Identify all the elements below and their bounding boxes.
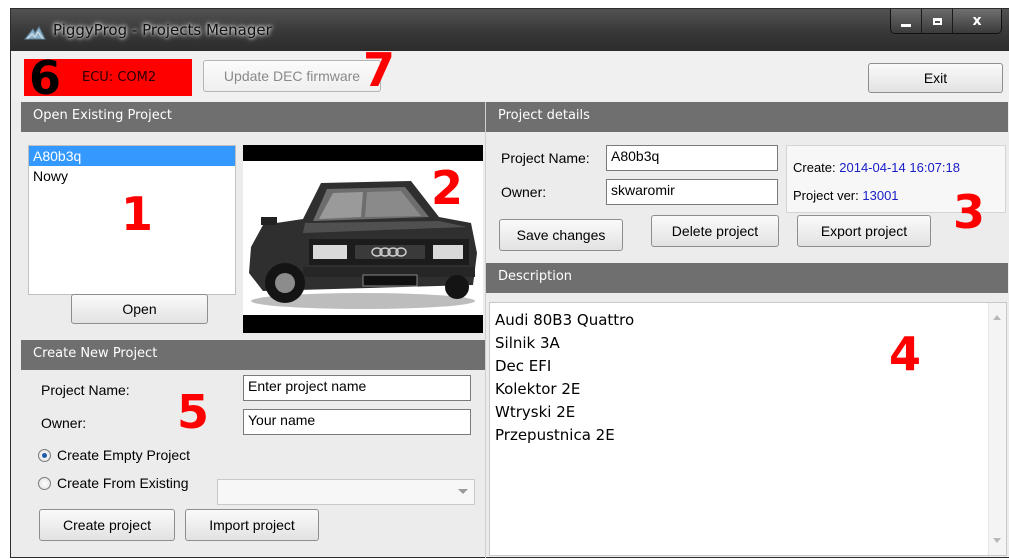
create-project-label: Create project	[63, 517, 151, 533]
create-name-label: Project Name:	[41, 382, 130, 398]
open-project-header-text: Open Existing Project	[33, 108, 172, 123]
annotation-2: 2	[431, 161, 464, 215]
description-line: Kolektor 2E	[495, 380, 581, 398]
create-date-label: Create:	[793, 160, 836, 175]
create-existing-radio[interactable]	[38, 477, 51, 490]
create-owner-label: Owner:	[41, 415, 87, 431]
annotation-7: 7	[363, 43, 396, 97]
description-header-text: Description	[498, 269, 573, 284]
create-project-header-text: Create New Project	[33, 346, 158, 361]
export-project-label: Export project	[820, 223, 908, 239]
create-project-button[interactable]: Create project	[39, 509, 175, 541]
annotation-6: 6	[29, 51, 62, 105]
list-item-label: A80b3q	[33, 148, 82, 164]
annotation-1: 1	[121, 187, 154, 241]
details-name-label: Project Name:	[501, 150, 590, 166]
details-owner-field[interactable]: skwaromir	[606, 179, 778, 205]
description-scrollbar[interactable]	[988, 303, 1006, 555]
description-header: Description	[486, 263, 1008, 293]
create-date-value: 2014-04-14 16:07:18	[839, 160, 960, 175]
annotation-3: 3	[953, 185, 986, 239]
list-item[interactable]: A80b3q	[29, 146, 235, 166]
create-existing-label[interactable]: Create From Existing	[57, 475, 188, 491]
maximize-button[interactable]	[922, 9, 953, 33]
details-name-value: A80b3q	[611, 148, 660, 164]
description-line: Audi 80B3 Quattro	[495, 311, 635, 329]
exit-label: Exit	[923, 70, 948, 86]
update-firmware-button[interactable]: Update DEC firmware	[203, 60, 381, 92]
open-button[interactable]: Open	[71, 294, 208, 324]
annotation-5: 5	[177, 385, 210, 439]
create-owner-value: Your name	[248, 412, 316, 428]
save-changes-button[interactable]: Save changes	[499, 219, 623, 251]
version-value: 13001	[862, 188, 899, 203]
ecu-status-text: ECU: COM2	[82, 70, 157, 85]
description-line: Silnik 3A	[495, 334, 560, 352]
update-firmware-label: Update DEC firmware	[223, 68, 361, 84]
delete-project-label: Delete project	[671, 223, 759, 239]
project-details-header: Project details	[486, 102, 1008, 132]
minimize-icon	[901, 23, 911, 27]
maximize-icon	[932, 17, 942, 25]
project-details-header-text: Project details	[498, 108, 590, 123]
details-name-field[interactable]: A80b3q	[606, 145, 778, 171]
list-item[interactable]: Nowy	[29, 166, 235, 186]
chevron-down-icon	[458, 489, 468, 494]
description-line: Przepustnica 2E	[495, 426, 615, 444]
details-owner-value: skwaromir	[611, 182, 675, 198]
export-project-button[interactable]: Export project	[797, 215, 931, 247]
create-empty-label[interactable]: Create Empty Project	[57, 447, 190, 463]
scroll-up-icon[interactable]	[993, 315, 1001, 320]
version-label: Project ver:	[793, 188, 859, 203]
window-title: PiggyProg - Projects Menager	[53, 21, 272, 39]
delete-project-button[interactable]: Delete project	[651, 215, 779, 247]
description-line: Wtryski 2E	[495, 403, 576, 421]
open-project-header: Open Existing Project	[21, 102, 485, 132]
close-icon: x	[972, 13, 982, 29]
description-textarea[interactable]: Audi 80B3 Quattro Silnik 3A Dec EFI Kole…	[489, 302, 1007, 556]
panel-divider	[485, 102, 486, 558]
existing-project-select[interactable]	[217, 479, 475, 505]
create-name-field[interactable]: Enter project name	[243, 375, 471, 401]
save-changes-label: Save changes	[516, 227, 606, 243]
open-label: Open	[122, 301, 157, 317]
description-line: Dec EFI	[495, 357, 552, 375]
import-project-label: Import project	[209, 517, 295, 533]
create-date-line: Create: 2014-04-14 16:07:18	[793, 160, 960, 175]
title-bar[interactable]: PiggyProg - Projects Menager x	[11, 9, 1009, 51]
create-name-value: Enter project name	[248, 378, 367, 394]
list-item-label: Nowy	[33, 168, 69, 184]
app-logo-icon	[23, 26, 46, 40]
scroll-down-icon[interactable]	[993, 538, 1001, 543]
version-line: Project ver: 13001	[793, 188, 899, 203]
create-owner-field[interactable]: Your name	[243, 409, 471, 435]
app-window: PiggyProg - Projects Menager x ECU: COM2…	[10, 8, 1009, 558]
create-project-header: Create New Project	[21, 340, 485, 370]
minimize-button[interactable]	[891, 9, 922, 33]
details-owner-label: Owner:	[501, 184, 547, 200]
annotation-4: 4	[889, 327, 922, 381]
import-project-button[interactable]: Import project	[185, 509, 319, 541]
exit-button[interactable]: Exit	[868, 63, 1003, 93]
create-empty-radio[interactable]	[38, 449, 51, 462]
close-button[interactable]: x	[953, 9, 1001, 33]
window-controls: x	[890, 9, 1002, 34]
